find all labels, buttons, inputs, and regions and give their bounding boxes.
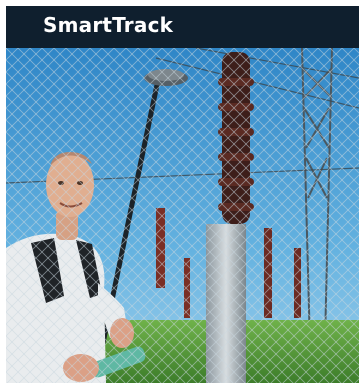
smarttrack-card[interactable]: SmartTrack bbox=[6, 6, 359, 383]
card-title: SmartTrack bbox=[43, 13, 174, 37]
card-header: SmartTrack bbox=[6, 6, 359, 48]
substation-photo bbox=[6, 48, 359, 383]
chain-link-fence bbox=[6, 48, 359, 383]
